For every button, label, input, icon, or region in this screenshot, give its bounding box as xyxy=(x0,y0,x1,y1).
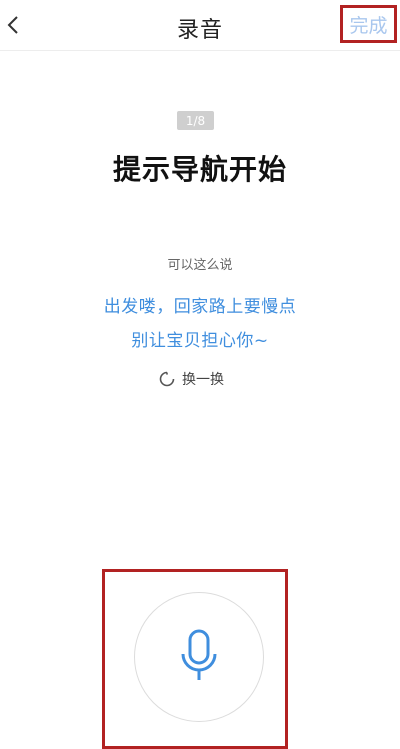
hint-label: 可以这么说 xyxy=(167,258,233,273)
suggestion-line-1: 出发喽，回家路上要慢点 xyxy=(103,297,297,317)
record-mic-button[interactable] xyxy=(134,592,264,722)
top-bar: 录音 完成 xyxy=(0,0,400,51)
suggestion-line-2: 别让宝贝担心你~ xyxy=(131,331,269,351)
prompt-title: 提示导航开始 xyxy=(112,153,287,186)
refresh-button[interactable]: 换一换 xyxy=(158,368,224,390)
microphone-icon xyxy=(181,629,217,680)
done-button[interactable]: 完成 xyxy=(340,5,397,43)
refresh-icon xyxy=(159,371,175,387)
refresh-label: 换一换 xyxy=(182,372,224,388)
step-counter-badge: 1/8 xyxy=(177,111,214,130)
